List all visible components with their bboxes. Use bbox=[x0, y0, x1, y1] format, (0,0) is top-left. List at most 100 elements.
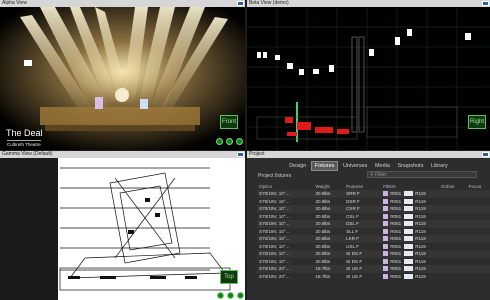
col-filters[interactable]: Filters bbox=[381, 182, 439, 190]
col-weight[interactable]: Weight bbox=[313, 182, 344, 190]
beta-viewport[interactable]: Right bbox=[247, 7, 490, 150]
orbit-icon[interactable] bbox=[216, 138, 223, 145]
table-row[interactable]: S70/19V, 19°... 20.8lbs LKR F R051 R119 bbox=[257, 235, 490, 243]
cell-weight: 20.8lbs bbox=[315, 191, 331, 197]
cell-focus bbox=[467, 220, 490, 228]
filter-swatch bbox=[383, 213, 389, 219]
table-row[interactable]: S70/19V, 10°... 20.8lbs CSR F R051 R119 bbox=[257, 205, 490, 213]
tab-fixtures[interactable]: Fixtures bbox=[310, 161, 339, 171]
gamma-viewport[interactable]: Top bbox=[0, 158, 245, 300]
cell-gobos bbox=[439, 243, 467, 251]
filter-input[interactable]: ⚲ Filter bbox=[367, 171, 477, 178]
filter-code-1: R051 bbox=[390, 221, 402, 227]
table-row[interactable]: S70/19V, 10°... 20.8lbs CSL F R051 R119 bbox=[257, 213, 490, 221]
beta-view-titlebar[interactable]: Beta View (demo) bbox=[247, 0, 490, 7]
view-top-button[interactable]: Top bbox=[220, 270, 238, 284]
alpha-view-titlebar[interactable]: Alpha View bbox=[0, 0, 245, 7]
close-icon[interactable] bbox=[482, 152, 489, 157]
filter-code-1: R051 bbox=[390, 198, 402, 204]
close-icon[interactable] bbox=[237, 1, 244, 6]
pan-icon[interactable] bbox=[226, 138, 233, 145]
filter-placeholder: Filter bbox=[375, 172, 387, 178]
pan-icon[interactable] bbox=[227, 292, 234, 299]
project-titlebar[interactable]: Project bbox=[247, 151, 490, 158]
filter-code-2: R119 bbox=[415, 191, 426, 197]
search-icon: ⚲ bbox=[370, 172, 374, 178]
tab-media[interactable]: Media bbox=[372, 162, 393, 170]
cell-optics: S70/19V, 10°... bbox=[259, 191, 290, 197]
gamma-view-titlebar[interactable]: Gamma View (Default) bbox=[0, 151, 245, 158]
close-icon[interactable] bbox=[482, 1, 489, 6]
tab-snapshots[interactable]: Snapshots bbox=[394, 162, 426, 170]
filter-code-2: R119 bbox=[415, 221, 426, 227]
tab-library[interactable]: Library bbox=[428, 162, 451, 170]
filter-code-1: R051 bbox=[390, 273, 402, 279]
tab-design[interactable]: Design bbox=[286, 162, 309, 170]
tab-universes[interactable]: Universes bbox=[340, 162, 370, 170]
filter-code-2: R119 bbox=[415, 266, 426, 272]
table-row[interactable]: S70/19V, 10°... 20.8lbs SI DS F R051 R119 bbox=[257, 258, 490, 266]
filter-swatch bbox=[404, 228, 414, 234]
cell-purpose: SI DS F bbox=[346, 258, 363, 264]
cell-gobos bbox=[439, 220, 467, 228]
col-optics[interactable]: Optics bbox=[257, 182, 313, 190]
cell-optics: S70/19V, 23°... bbox=[259, 266, 290, 272]
cell-gobos bbox=[439, 190, 467, 198]
table-row[interactable]: S70/19V, 10°... 20.8lbs SI DS F R051 R119 bbox=[257, 250, 490, 258]
cell-purpose: SI US F bbox=[346, 273, 363, 279]
cell-filters: R051 R119 bbox=[381, 235, 439, 243]
filter-swatch bbox=[383, 243, 389, 249]
cell-filters: R051 R119 bbox=[381, 190, 439, 198]
filter-swatch bbox=[383, 273, 389, 279]
alpha-viewport[interactable]: The Deal Culbreth Theatre Front bbox=[0, 7, 245, 150]
cell-filters: R051 R119 bbox=[381, 213, 439, 221]
table-row[interactable]: S70/19V, 10°... 20.8lbs SRR F R051 R119 bbox=[257, 190, 490, 198]
cell-gobos bbox=[439, 250, 467, 258]
close-icon[interactable] bbox=[237, 152, 244, 157]
table-row[interactable]: S70/19V, 10°... 20.8lbs DSL F R051 R119 bbox=[257, 220, 490, 228]
cell-purpose: USL F bbox=[346, 243, 359, 249]
col-purpose[interactable]: Purpose bbox=[344, 182, 381, 190]
cell-focus bbox=[467, 190, 490, 198]
filter-swatch bbox=[404, 221, 414, 227]
cell-gobos bbox=[439, 265, 467, 273]
col-focus[interactable]: Focus bbox=[467, 182, 490, 190]
cell-weight: 20.8lbs bbox=[315, 198, 331, 204]
cell-optics: S70/19V, 19°... bbox=[259, 198, 290, 204]
cell-optics: S70/19V, 10°... bbox=[259, 221, 290, 227]
zoom-icon[interactable] bbox=[236, 138, 243, 145]
filter-code-1: R051 bbox=[390, 266, 402, 272]
show-name: The Deal bbox=[6, 128, 43, 138]
camera-icon[interactable] bbox=[24, 60, 32, 66]
view-right-button[interactable]: Right bbox=[468, 115, 486, 129]
col-gobos[interactable]: Gobos bbox=[439, 182, 467, 190]
filter-code-1: R051 bbox=[390, 236, 402, 242]
orbit-icon[interactable] bbox=[217, 292, 224, 299]
filter-code-2: R119 bbox=[415, 251, 426, 257]
cell-weight: 18.7lbs bbox=[315, 273, 331, 279]
view-front-button[interactable]: Front bbox=[220, 115, 238, 129]
filter-swatch bbox=[383, 266, 389, 272]
cell-weight: 20.8lbs bbox=[315, 213, 331, 219]
filter-swatch bbox=[383, 191, 389, 197]
filter-swatch bbox=[383, 258, 389, 264]
cell-optics: S70/19V, 10°... bbox=[259, 206, 290, 212]
table-row[interactable]: S70/19V, 10°... 20.8lbs USL F R051 R119 bbox=[257, 243, 490, 251]
table-row[interactable]: S70/19V, 10°... 20.8lbs SLL F R051 R119 bbox=[257, 228, 490, 236]
cell-focus bbox=[467, 235, 490, 243]
cell-weight: 18.7lbs bbox=[315, 266, 331, 272]
zoom-icon[interactable] bbox=[237, 292, 244, 299]
cell-optics: S70/19V, 23°... bbox=[259, 273, 290, 279]
table-row[interactable]: S70/19V, 19°... 20.8lbs DSR F R051 R119 bbox=[257, 198, 490, 206]
cell-optics: S70/19V, 10°... bbox=[259, 228, 290, 234]
filter-swatch bbox=[404, 243, 414, 249]
filter-code-2: R119 bbox=[415, 228, 426, 234]
cell-focus bbox=[467, 205, 490, 213]
filter-swatch bbox=[404, 273, 414, 279]
cell-filters: R051 R119 bbox=[381, 250, 439, 258]
table-row[interactable]: S70/19V, 23°... 18.7lbs SI US F R051 R119 bbox=[257, 265, 490, 273]
table-row[interactable]: S70/19V, 23°... 18.7lbs SI US F R051 R119 bbox=[257, 273, 490, 281]
cell-focus bbox=[467, 228, 490, 236]
filter-swatch bbox=[404, 251, 414, 257]
filter-swatch bbox=[404, 191, 414, 197]
